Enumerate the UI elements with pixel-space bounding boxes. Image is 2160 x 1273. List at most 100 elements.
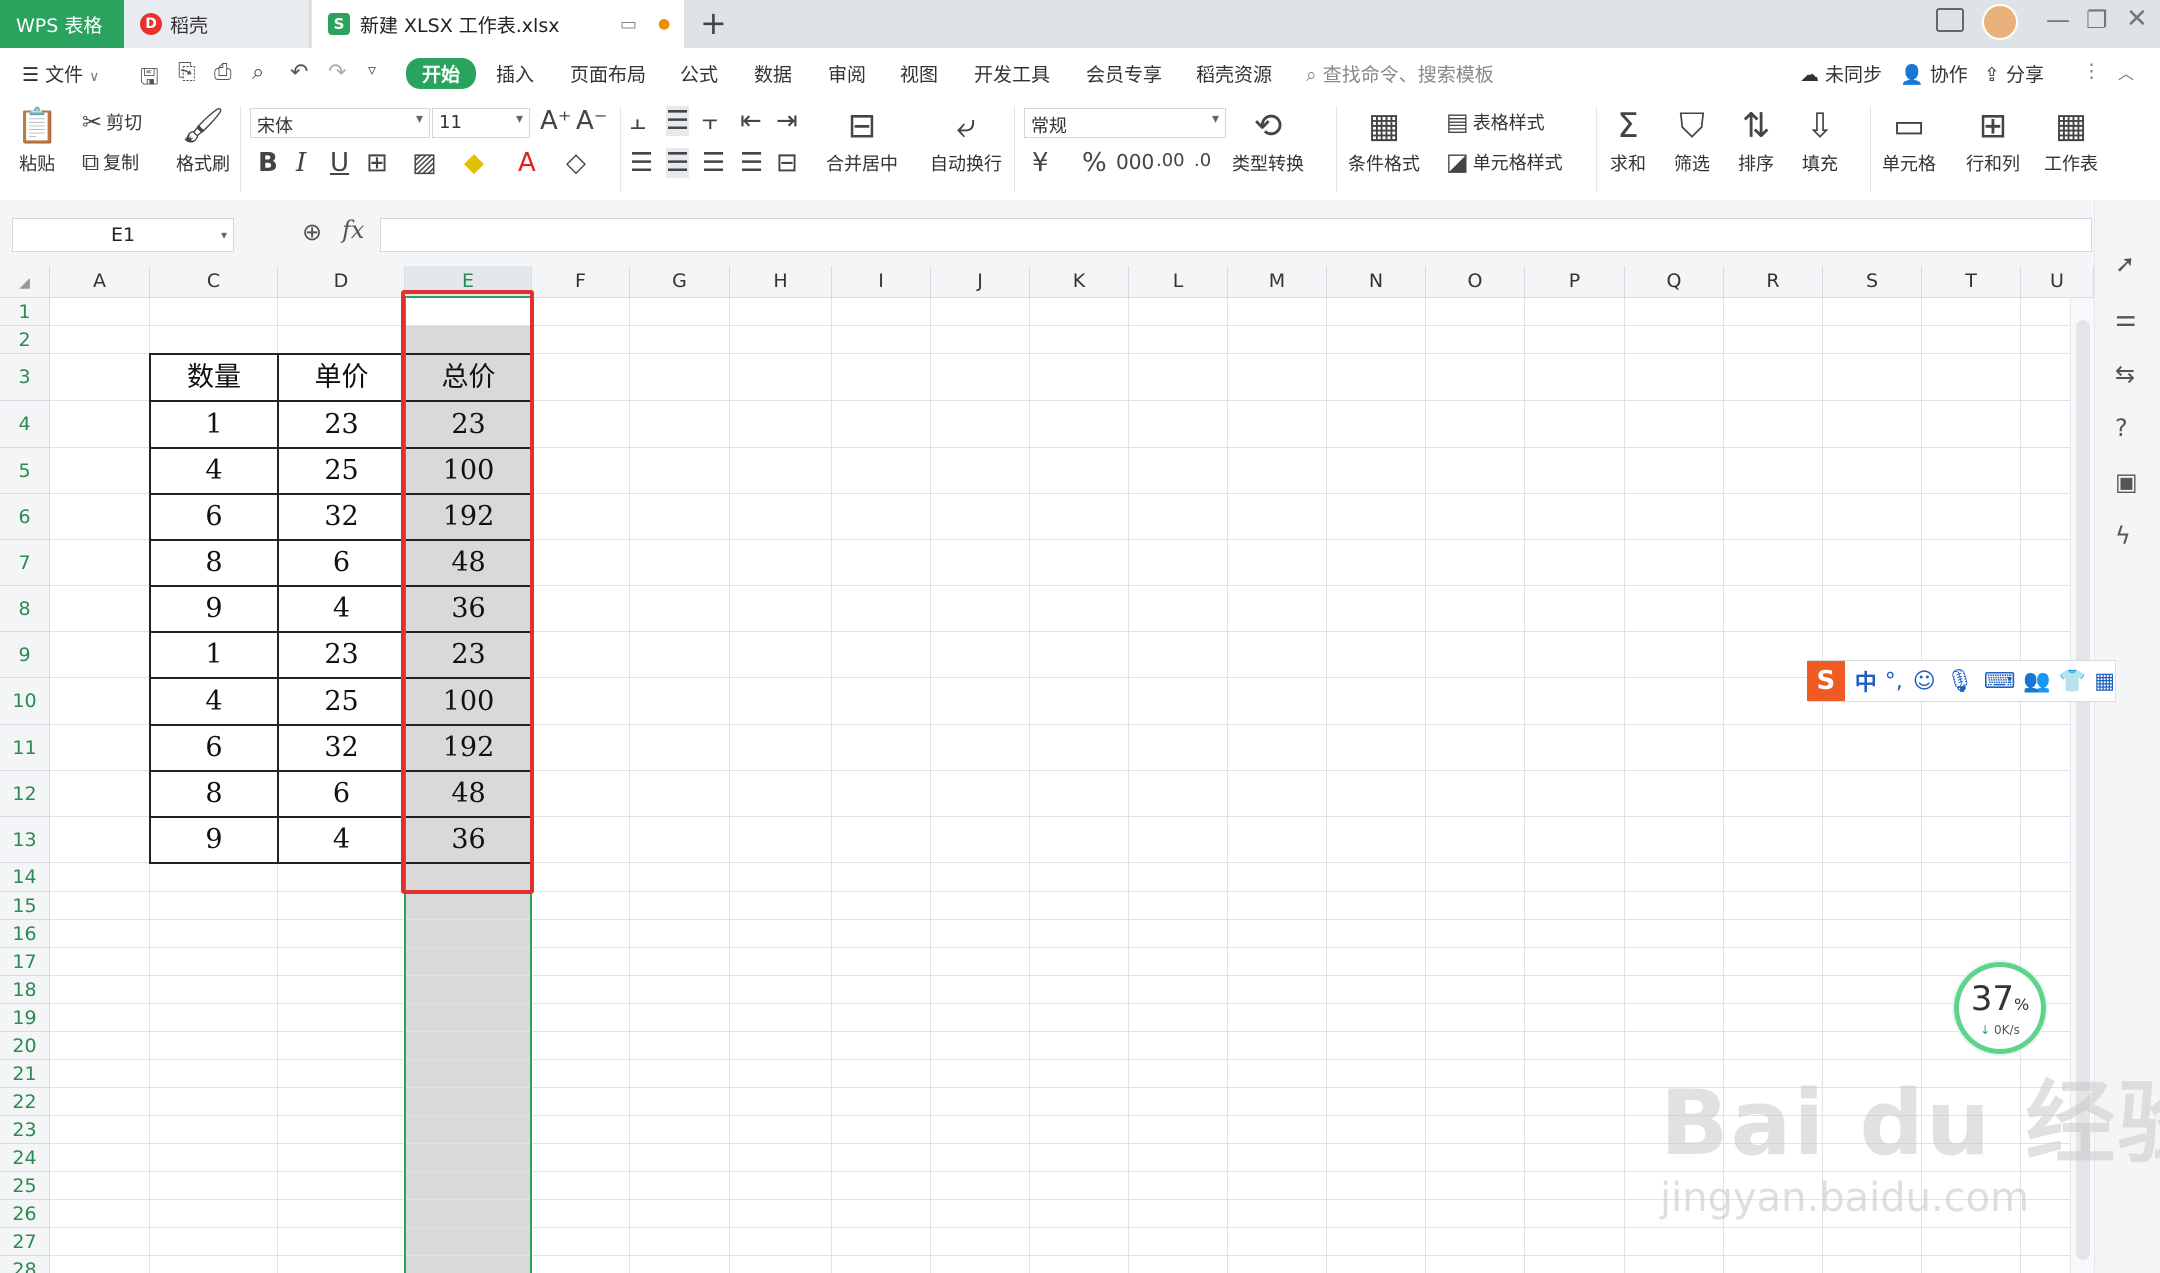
row-header-17[interactable]: 17 [0, 948, 50, 976]
more-icon[interactable]: ⋮ [2082, 60, 2101, 82]
customize-toolbar-icon[interactable]: ▿ [368, 60, 376, 79]
table-cell[interactable]: 25 [278, 678, 405, 725]
align-right-icon[interactable]: ☰ [702, 148, 725, 178]
tab-formulas[interactable]: 公式 [680, 60, 718, 87]
thousands-icon[interactable]: 000 [1116, 150, 1154, 174]
redo-icon[interactable]: ↷ [328, 60, 346, 85]
print-icon[interactable]: ⎙ [214, 60, 232, 85]
font-color-icon[interactable]: A [518, 148, 536, 178]
sort-button[interactable]: ⇅ 排序 [1738, 106, 1774, 176]
decrease-indent-icon[interactable]: ⇤ [740, 106, 762, 136]
sum-button[interactable]: Σ 求和 [1610, 106, 1646, 176]
row-header-6[interactable]: 6 [0, 494, 50, 540]
tab-data[interactable]: 数据 [754, 60, 792, 87]
format-painter-button[interactable]: 🖌 格式刷 [176, 106, 230, 176]
cut-button[interactable]: ✂ 剪切 [82, 108, 142, 136]
justify-icon[interactable]: ☰ [740, 148, 763, 178]
table-cell[interactable]: 8 [150, 540, 278, 586]
row-header-15[interactable]: 15 [0, 892, 50, 920]
skin-icon[interactable]: 👕 [2059, 669, 2086, 694]
table-cell[interactable]: 1 [150, 632, 278, 678]
row-header-13[interactable]: 13 [0, 817, 50, 863]
table-cell[interactable]: 6 [278, 540, 405, 586]
add-tab-button[interactable]: + [700, 4, 727, 42]
table-cell[interactable]: 4 [150, 678, 278, 725]
keyboard-icon[interactable]: ⌨ [1984, 669, 2016, 694]
collapse-ribbon-icon[interactable]: ︿ [2118, 60, 2134, 84]
row-header-25[interactable]: 25 [0, 1172, 50, 1200]
row-header-19[interactable]: 19 [0, 1004, 50, 1032]
table-header-cell[interactable]: 数量 [150, 354, 278, 401]
user-group-icon[interactable]: 👥 [2023, 669, 2050, 694]
tab-current-file[interactable]: S 新建 XLSX 工作表.xlsx ▭ ● [312, 0, 684, 48]
column-header-s[interactable]: S [1823, 266, 1922, 298]
row-header-11[interactable]: 11 [0, 725, 50, 771]
tab-developer[interactable]: 开发工具 [974, 60, 1050, 87]
table-cell[interactable]: 23 [278, 632, 405, 678]
filter-button[interactable]: ⛉ 筛选 [1674, 106, 1710, 176]
column-header-k[interactable]: K [1030, 266, 1129, 298]
export-icon[interactable]: ⎘ [178, 60, 196, 85]
italic-icon[interactable]: I [296, 148, 306, 178]
row-col-button[interactable]: ⊞ 行和列 [1966, 106, 2020, 176]
row-header-23[interactable]: 23 [0, 1116, 50, 1144]
table-cell[interactable]: 8 [150, 771, 278, 817]
undo-icon[interactable]: ↶ [290, 60, 308, 85]
merge-center-button[interactable]: ⊟ 合并居中 [826, 106, 898, 176]
table-cell[interactable]: 4 [150, 448, 278, 494]
column-header-l[interactable]: L [1129, 266, 1228, 298]
cell-style-button[interactable]: ◪ 单元格样式 [1446, 148, 1563, 176]
align-center-icon[interactable]: ☰ [666, 148, 690, 178]
net-speed-widget[interactable]: 37% ↓ 0K/s [1954, 962, 2046, 1054]
column-header-n[interactable]: N [1327, 266, 1426, 298]
align-top-icon[interactable]: ⫠ [630, 106, 646, 137]
help-icon[interactable]: ? [2115, 414, 2128, 442]
align-bottom-icon[interactable]: ⫟ [702, 106, 718, 137]
row-header-28[interactable]: 28 [0, 1256, 50, 1273]
font-size-select[interactable]: 11 ▾ [432, 108, 530, 138]
increase-indent-icon[interactable]: ⇥ [776, 106, 798, 136]
formula-input[interactable] [380, 218, 2092, 252]
tab-daoke[interactable]: D 稻壳 [124, 0, 310, 48]
ime-mode[interactable]: 中 [1855, 665, 1877, 697]
table-style-button[interactable]: ▤ 表格样式 [1446, 108, 1545, 136]
tab-view[interactable]: 视图 [900, 60, 938, 87]
column-header-h[interactable]: H [730, 266, 832, 298]
table-cell[interactable]: 4 [278, 817, 405, 863]
clear-icon[interactable]: ◇ [566, 148, 586, 178]
select-all-corner[interactable]: ◢ [0, 266, 50, 298]
table-cell[interactable]: 6 [150, 494, 278, 540]
column-header-t[interactable]: T [1922, 266, 2021, 298]
minimize-icon[interactable]: — [2046, 6, 2070, 34]
column-header-m[interactable]: M [1228, 266, 1327, 298]
lightning-icon[interactable]: ϟ [2115, 522, 2131, 550]
column-header-p[interactable]: P [1525, 266, 1625, 298]
tab-wps-home[interactable]: WPS 表格 [0, 0, 124, 48]
tab-start[interactable]: 开始 [406, 58, 477, 89]
row-header-2[interactable]: 2 [0, 326, 50, 354]
cursor-icon[interactable]: ➚ [2115, 250, 2135, 278]
type-convert-button[interactable]: ⟲ 类型转换 [1232, 106, 1304, 176]
column-header-c[interactable]: C [150, 266, 278, 298]
row-header-10[interactable]: 10 [0, 678, 50, 725]
print-preview-icon[interactable]: ⌕ [252, 60, 264, 85]
table-cell[interactable]: 23 [278, 401, 405, 448]
row-header-5[interactable]: 5 [0, 448, 50, 494]
decrease-decimal-icon[interactable]: .0 [1194, 150, 1211, 171]
column-header-o[interactable]: O [1426, 266, 1525, 298]
row-header-22[interactable]: 22 [0, 1088, 50, 1116]
name-box[interactable]: E1 ▾ [12, 218, 234, 252]
row-header-26[interactable]: 26 [0, 1200, 50, 1228]
table-cell[interactable]: 6 [150, 725, 278, 771]
monitor-icon[interactable]: ▭ [620, 14, 637, 35]
ime-punct[interactable]: °, [1885, 669, 1903, 694]
worksheet-button[interactable]: ▦ 工作表 [2044, 106, 2098, 176]
number-format-select[interactable]: 常规 ▾ [1024, 108, 1226, 138]
row-header-21[interactable]: 21 [0, 1060, 50, 1088]
sync-status[interactable]: ☁ 未同步 [1800, 60, 1882, 87]
ime-toolbar[interactable]: S 中 °, ☺ 🎙 ⌨ 👥 👕 ▦ [1807, 660, 2116, 702]
settings-sliders-icon[interactable]: ⚌ [2115, 304, 2137, 332]
fx-icon[interactable]: fx [342, 216, 364, 244]
close-icon[interactable]: ✕ [2126, 4, 2148, 34]
currency-icon[interactable]: ¥ [1032, 148, 1049, 178]
